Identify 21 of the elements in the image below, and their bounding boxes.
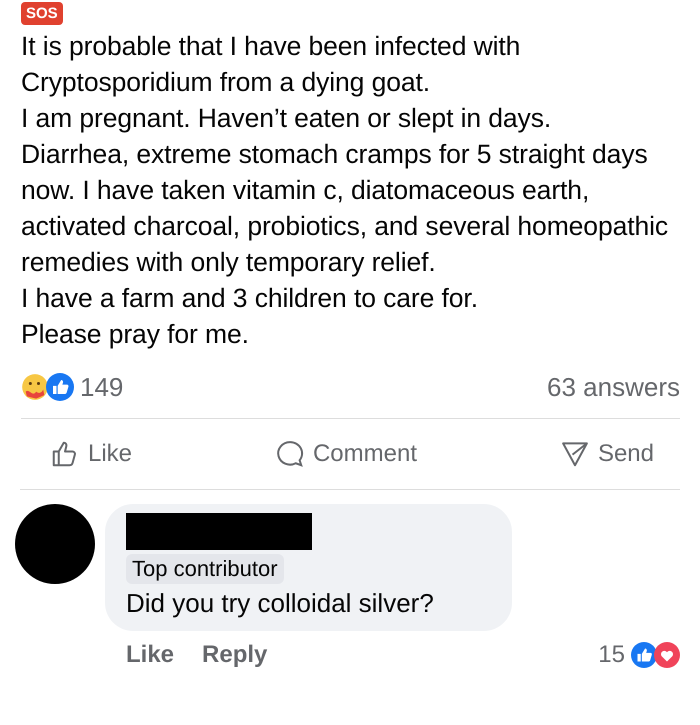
contributor-badge: Top contributor (126, 554, 284, 584)
send-button[interactable]: Send (556, 435, 658, 473)
reaction-count[interactable]: 149 (80, 372, 124, 402)
sos-badge: SOS (21, 2, 63, 25)
post-text: I have a farm and 3 children to care for. (21, 282, 479, 315)
heart-reaction-icon (654, 642, 680, 668)
post-text: Diarrhea, extreme stomach cramps for 5 straight days now. I have taken vitamin c, diatomaceous earth, activated charcoal, probiotics, and several homeopathic remedies with only temporary relief. (21, 138, 670, 279)
like-reaction-icon (46, 373, 74, 401)
post-text: I am pregnant. Haven’t eaten or slept in days. (21, 102, 552, 135)
comment-button[interactable]: Comment (270, 435, 421, 473)
comment-text: Did you try colloidal silver? (126, 588, 435, 619)
like-button[interactable]: Like (46, 435, 136, 473)
hug-emoji-icon (21, 373, 49, 401)
answers-count[interactable]: 63 answers (547, 372, 680, 402)
comment-action-link[interactable]: Like (126, 641, 174, 669)
post-text: It is probable that I have been infected with Cryptosporidium from a dying goat. (21, 30, 522, 99)
comment-action-link[interactable]: Reply (202, 641, 268, 669)
like-reaction-icon (631, 642, 657, 668)
post-text: Please pray for me. (21, 318, 250, 351)
speech-bubble-icon (274, 439, 305, 469)
comment-reaction-count[interactable]: 15 (598, 641, 625, 669)
